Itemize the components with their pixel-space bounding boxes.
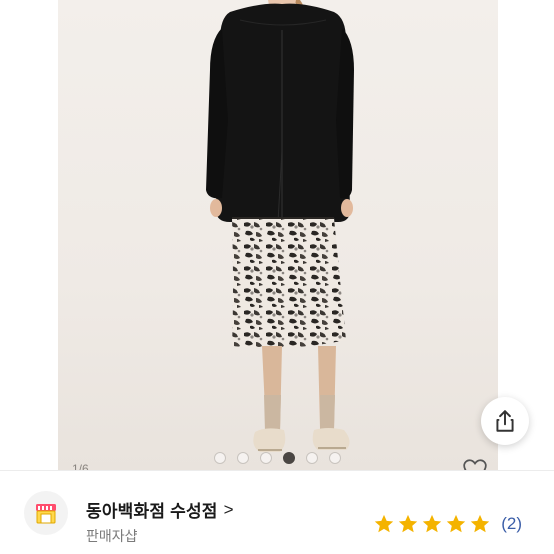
heart-icon — [463, 459, 487, 470]
star-icon — [423, 514, 442, 533]
product-image-carousel[interactable]: 1/6 — [0, 0, 554, 470]
share-button[interactable] — [481, 397, 529, 445]
pager-dot-2[interactable] — [236, 452, 249, 464]
share-icon — [496, 410, 514, 432]
seller-rating[interactable]: (2) — [373, 513, 522, 535]
shop-avatar[interactable] — [24, 491, 68, 535]
review-count: (2) — [501, 514, 522, 533]
pager-dot-3[interactable] — [259, 452, 272, 464]
pager-dot-4-active[interactable] — [282, 452, 295, 464]
pager-dot-1[interactable] — [213, 452, 226, 464]
star-icon — [375, 514, 394, 533]
pager-dot-5[interactable] — [305, 452, 318, 464]
like-button[interactable] — [462, 458, 488, 470]
shop-name-link[interactable]: 동아백화점 수성점 > — [86, 497, 234, 522]
storefront-icon — [36, 504, 56, 524]
star-icon — [447, 514, 466, 533]
product-photo — [206, 0, 354, 452]
chevron-right-icon: > — [223, 499, 234, 519]
shop-subtitle: 판매자샵 — [86, 528, 138, 544]
star-icon — [399, 514, 418, 533]
shop-name: 동아백화점 수성점 — [86, 502, 218, 521]
pager-dot-6[interactable] — [328, 452, 341, 464]
seller-info-bar: 동아백화점 수성점 > 판매자샵 (2) — [0, 470, 554, 554]
star-icon — [471, 514, 490, 533]
